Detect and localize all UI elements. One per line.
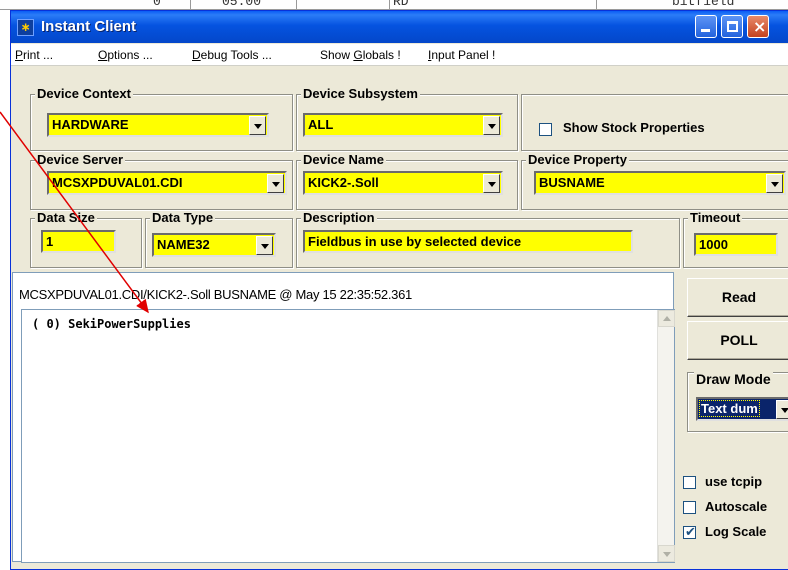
bg-cell-mode: RD bbox=[393, 0, 409, 9]
timeout-field[interactable]: 1000 bbox=[694, 233, 778, 256]
description-group: Description Fieldbus in use by selected … bbox=[296, 211, 680, 268]
chevron-down-icon[interactable] bbox=[256, 236, 273, 255]
device-server-select[interactable]: MCSXPDUVAL01.CDI bbox=[47, 171, 287, 195]
poll-button[interactable]: POLL bbox=[687, 321, 788, 360]
app-icon[interactable]: ∗ bbox=[17, 19, 34, 36]
data-type-group: Data Type NAME32 bbox=[145, 211, 293, 268]
menu-bar: Print ... Options ... Debug Tools ... Sh… bbox=[11, 44, 788, 66]
device-name-value: KICK2-.Soll bbox=[308, 175, 379, 190]
device-property-select[interactable]: BUSNAME bbox=[534, 171, 786, 195]
stock-properties-group: Show Stock Properties bbox=[521, 94, 788, 151]
bg-divider bbox=[389, 0, 390, 9]
device-context-group: Device Context HARDWARE bbox=[30, 87, 293, 151]
chevron-down-icon[interactable] bbox=[483, 174, 500, 193]
maximize-button[interactable] bbox=[721, 15, 743, 38]
minimize-icon bbox=[701, 29, 710, 32]
device-subsystem-select[interactable]: ALL bbox=[303, 113, 503, 137]
menu-input-panel[interactable]: Input Panel ! bbox=[428, 48, 495, 62]
draw-mode-label: Draw Mode bbox=[694, 371, 773, 387]
background-spreadsheet: 0 05:00 RD bitfield <StrBit> bbox=[0, 0, 788, 10]
device-subsystem-group: Device Subsystem ALL bbox=[296, 87, 518, 151]
data-type-value: NAME32 bbox=[157, 237, 210, 252]
close-icon: × bbox=[753, 17, 767, 36]
device-name-label: Device Name bbox=[301, 152, 386, 167]
result-panel: MCSXPDUVAL01.CDI/KICK2-.Soll BUSNAME @ M… bbox=[12, 272, 675, 563]
use-tcpip-checkbox[interactable] bbox=[683, 476, 696, 489]
chevron-down-icon[interactable] bbox=[249, 116, 266, 135]
vertical-scrollbar[interactable] bbox=[657, 310, 675, 562]
device-name-group: Device Name KICK2-.Soll bbox=[296, 153, 518, 210]
menu-options[interactable]: Options ... bbox=[98, 48, 153, 62]
device-server-value: MCSXPDUVAL01.CDI bbox=[52, 175, 183, 190]
device-context-select[interactable]: HARDWARE bbox=[47, 113, 269, 137]
maximize-icon bbox=[727, 21, 738, 32]
stock-properties-label: Show Stock Properties bbox=[563, 120, 705, 135]
result-header: MCSXPDUVAL01.CDI/KICK2-.Soll BUSNAME @ M… bbox=[19, 287, 412, 302]
device-property-group: Device Property BUSNAME bbox=[521, 153, 788, 210]
log-scale-checkbox[interactable]: ✔ bbox=[683, 525, 696, 540]
device-context-value: HARDWARE bbox=[52, 117, 129, 132]
window-title: Instant Client bbox=[41, 18, 137, 35]
timeout-label: Timeout bbox=[688, 210, 743, 225]
data-type-label: Data Type bbox=[150, 210, 216, 225]
chevron-down-icon[interactable] bbox=[766, 174, 783, 193]
result-textarea[interactable]: ( 0) SekiPowerSupplies bbox=[21, 309, 675, 563]
draw-mode-value: Text dum bbox=[699, 400, 760, 417]
device-context-label: Device Context bbox=[35, 86, 133, 101]
bg-divider bbox=[296, 0, 297, 9]
device-property-label: Device Property bbox=[526, 152, 629, 167]
chevron-down-icon[interactable] bbox=[776, 400, 788, 419]
autoscale-label: Autoscale bbox=[705, 499, 768, 514]
device-property-value: BUSNAME bbox=[539, 175, 605, 190]
checkmark-icon: ✔ bbox=[685, 525, 696, 540]
data-size-label: Data Size bbox=[35, 210, 97, 225]
chevron-down-icon[interactable] bbox=[483, 116, 500, 135]
minimize-button[interactable] bbox=[695, 15, 717, 38]
menu-print[interactable]: Print ... bbox=[15, 48, 53, 62]
scroll-up-icon[interactable] bbox=[658, 310, 675, 327]
device-name-select[interactable]: KICK2-.Soll bbox=[303, 171, 503, 195]
device-subsystem-label: Device Subsystem bbox=[301, 86, 420, 101]
result-content: ( 0) SekiPowerSupplies bbox=[32, 317, 191, 331]
bg-divider bbox=[596, 0, 597, 9]
stock-properties-checkbox[interactable] bbox=[539, 123, 552, 136]
menu-show-globals[interactable]: Show Globals ! bbox=[320, 48, 401, 62]
use-tcpip-label: use tcpip bbox=[705, 474, 763, 489]
log-scale-label: Log Scale bbox=[705, 524, 767, 539]
bg-cell-type: bitfield <StrBit> bbox=[672, 0, 735, 9]
bg-cell-count: 0 bbox=[153, 0, 161, 9]
scroll-down-icon[interactable] bbox=[658, 545, 675, 562]
data-size-field[interactable]: 1 bbox=[41, 230, 116, 253]
menu-debug-tools[interactable]: Debug Tools ... bbox=[192, 48, 272, 62]
description-label: Description bbox=[301, 210, 377, 225]
draw-mode-select[interactable]: Text dum bbox=[696, 397, 788, 421]
bg-cell-time: 05:00 bbox=[222, 0, 262, 9]
chevron-down-icon[interactable] bbox=[267, 174, 284, 193]
title-bar[interactable]: ∗ Instant Client × bbox=[11, 11, 788, 43]
bg-divider bbox=[190, 0, 191, 9]
device-server-label: Device Server bbox=[35, 152, 126, 167]
read-button[interactable]: Read bbox=[687, 278, 788, 317]
device-subsystem-value: ALL bbox=[308, 117, 334, 132]
autoscale-checkbox[interactable] bbox=[683, 501, 696, 514]
timeout-group: Timeout 1000 bbox=[683, 211, 788, 268]
device-server-group: Device Server MCSXPDUVAL01.CDI bbox=[30, 153, 293, 210]
draw-mode-group: Draw Mode Text dum bbox=[687, 372, 788, 432]
data-type-select[interactable]: NAME32 bbox=[152, 233, 276, 257]
data-size-group: Data Size 1 bbox=[30, 211, 142, 268]
description-field: Fieldbus in use by selected device bbox=[303, 230, 633, 253]
close-button[interactable]: × bbox=[747, 15, 769, 38]
